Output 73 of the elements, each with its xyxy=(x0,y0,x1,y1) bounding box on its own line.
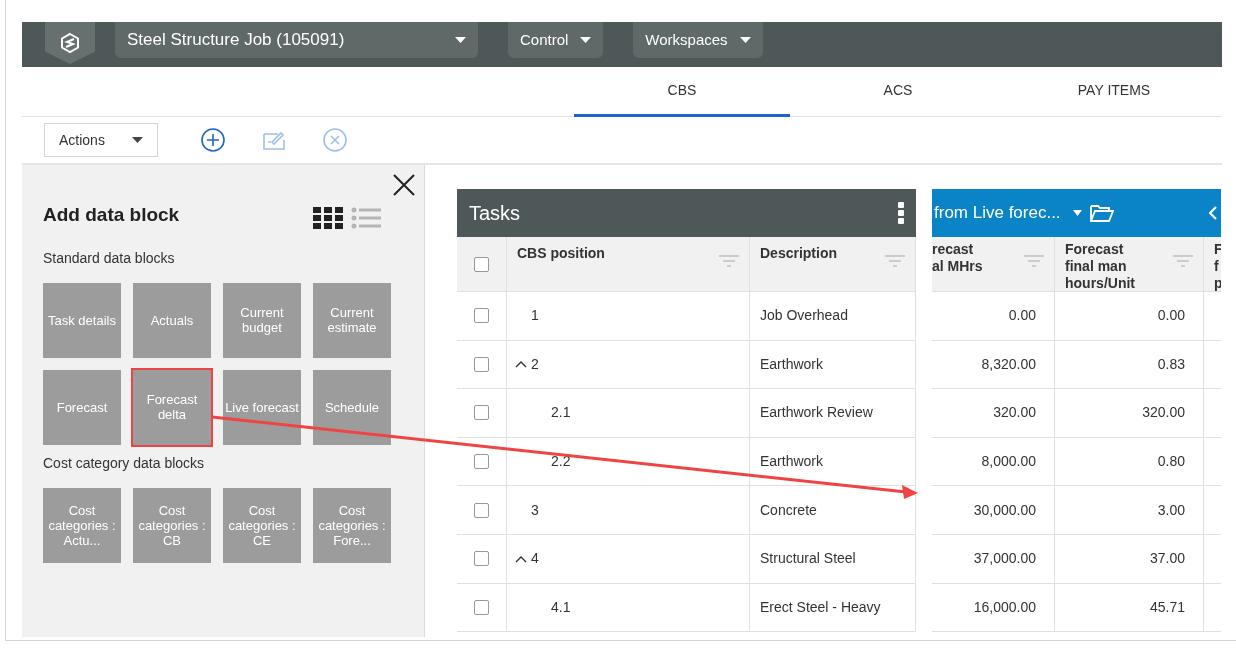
table-cell-text: 4.1 xyxy=(551,597,571,617)
table-cell-text: 2.1 xyxy=(551,403,571,423)
row-checkbox[interactable] xyxy=(474,405,489,421)
row-checkbox[interactable] xyxy=(474,502,489,518)
more-icon[interactable] xyxy=(898,202,904,224)
column-header[interactable]: Description xyxy=(760,245,837,261)
actions-dropdown[interactable]: Actions xyxy=(44,123,158,157)
table-cell-text: 37,000.00 xyxy=(973,549,1036,569)
chevron-left-icon[interactable] xyxy=(1209,206,1217,220)
table-cell-text: Job Overhead xyxy=(760,306,848,326)
column-header[interactable]: recast al MHrs xyxy=(932,241,1044,275)
tab[interactable]: PAY ITEMS xyxy=(1006,67,1222,117)
table-cell-text: 3.00 xyxy=(1157,500,1185,520)
section-title: Standard data blocks xyxy=(43,248,176,268)
table-cell-text: 0.83 xyxy=(1157,354,1185,374)
filter-icon[interactable] xyxy=(885,255,905,267)
table-cell-text: Concrete xyxy=(760,500,817,520)
table-cell-text: 16,000.00 xyxy=(973,597,1036,617)
table-cell-text: 320.00 xyxy=(993,403,1036,423)
tab[interactable]: ACS xyxy=(790,67,1006,117)
table-cell-text: Earthwork xyxy=(760,452,824,472)
column-header[interactable]: Forecast final man hours/Unit xyxy=(1065,241,1193,292)
row-checkbox[interactable] xyxy=(474,308,489,324)
edit-icon[interactable] xyxy=(262,129,288,151)
table-cell-text: 30,000.00 xyxy=(973,500,1036,520)
table-cell-text: 45.71 xyxy=(1149,597,1185,617)
caret-icon xyxy=(580,37,592,43)
table-cell-text: 8,320.00 xyxy=(981,354,1036,374)
table-cell-text: Structural Steel xyxy=(760,549,856,569)
collapse-icon[interactable] xyxy=(515,360,527,369)
table-cell-text: 37.00 xyxy=(1149,549,1185,569)
filter-icon[interactable] xyxy=(1173,255,1193,267)
column-header[interactable]: CBS position xyxy=(517,245,605,261)
table-cell-text: 3 xyxy=(531,500,539,520)
cancel-icon[interactable] xyxy=(323,128,347,152)
table-cell-text: 8,000.00 xyxy=(981,452,1036,472)
table-cell-text: 0.00 xyxy=(1008,306,1036,326)
table-cell-text: 4 xyxy=(531,549,539,569)
row-checkbox[interactable] xyxy=(474,454,489,470)
section-title: Cost category data blocks xyxy=(43,453,206,473)
table-cell-text: Erect Steel - Heavy xyxy=(760,597,881,617)
menu-dropdown[interactable]: Control xyxy=(508,22,604,58)
table-cell-text: Earthwork xyxy=(760,354,824,374)
list-view-icon[interactable] xyxy=(351,207,381,230)
caret-icon xyxy=(739,37,751,43)
table-cell-text: 0.80 xyxy=(1157,452,1185,472)
row-checkbox[interactable] xyxy=(474,356,489,372)
caret-icon[interactable] xyxy=(1072,210,1082,216)
logo-icon xyxy=(45,22,95,64)
table-cell-text: 1 xyxy=(531,306,539,326)
row-checkbox[interactable] xyxy=(474,551,489,567)
select-all-checkbox[interactable] xyxy=(474,256,489,272)
caret-icon xyxy=(455,37,466,43)
table-cell-text: 320.00 xyxy=(1142,403,1185,423)
caret-icon xyxy=(132,137,143,143)
filter-icon[interactable] xyxy=(719,255,739,267)
table-cell-text: 0.00 xyxy=(1157,306,1185,326)
menu-dropdown[interactable]: Workspaces xyxy=(633,22,763,58)
table-cell-text: Earthwork Review xyxy=(760,403,873,423)
collapse-icon[interactable] xyxy=(515,554,527,563)
filter-icon[interactable] xyxy=(1024,255,1044,267)
row-checkbox[interactable] xyxy=(474,599,489,615)
panel-title: Add data block xyxy=(43,203,180,227)
tasks-title: Tasks xyxy=(469,201,521,226)
folder-icon[interactable] xyxy=(1089,203,1114,223)
close-icon[interactable] xyxy=(392,173,416,197)
tab[interactable]: CBS xyxy=(574,67,790,117)
project-dropdown[interactable]: Steel Structure Job (105091) xyxy=(115,22,478,58)
table-cell-text: 2 xyxy=(531,354,539,374)
table-cell-text: 2.2 xyxy=(551,452,571,472)
forecast-title: from Live forec... xyxy=(934,202,1061,225)
add-icon[interactable] xyxy=(201,128,225,152)
grid-view-icon[interactable] xyxy=(313,207,343,230)
